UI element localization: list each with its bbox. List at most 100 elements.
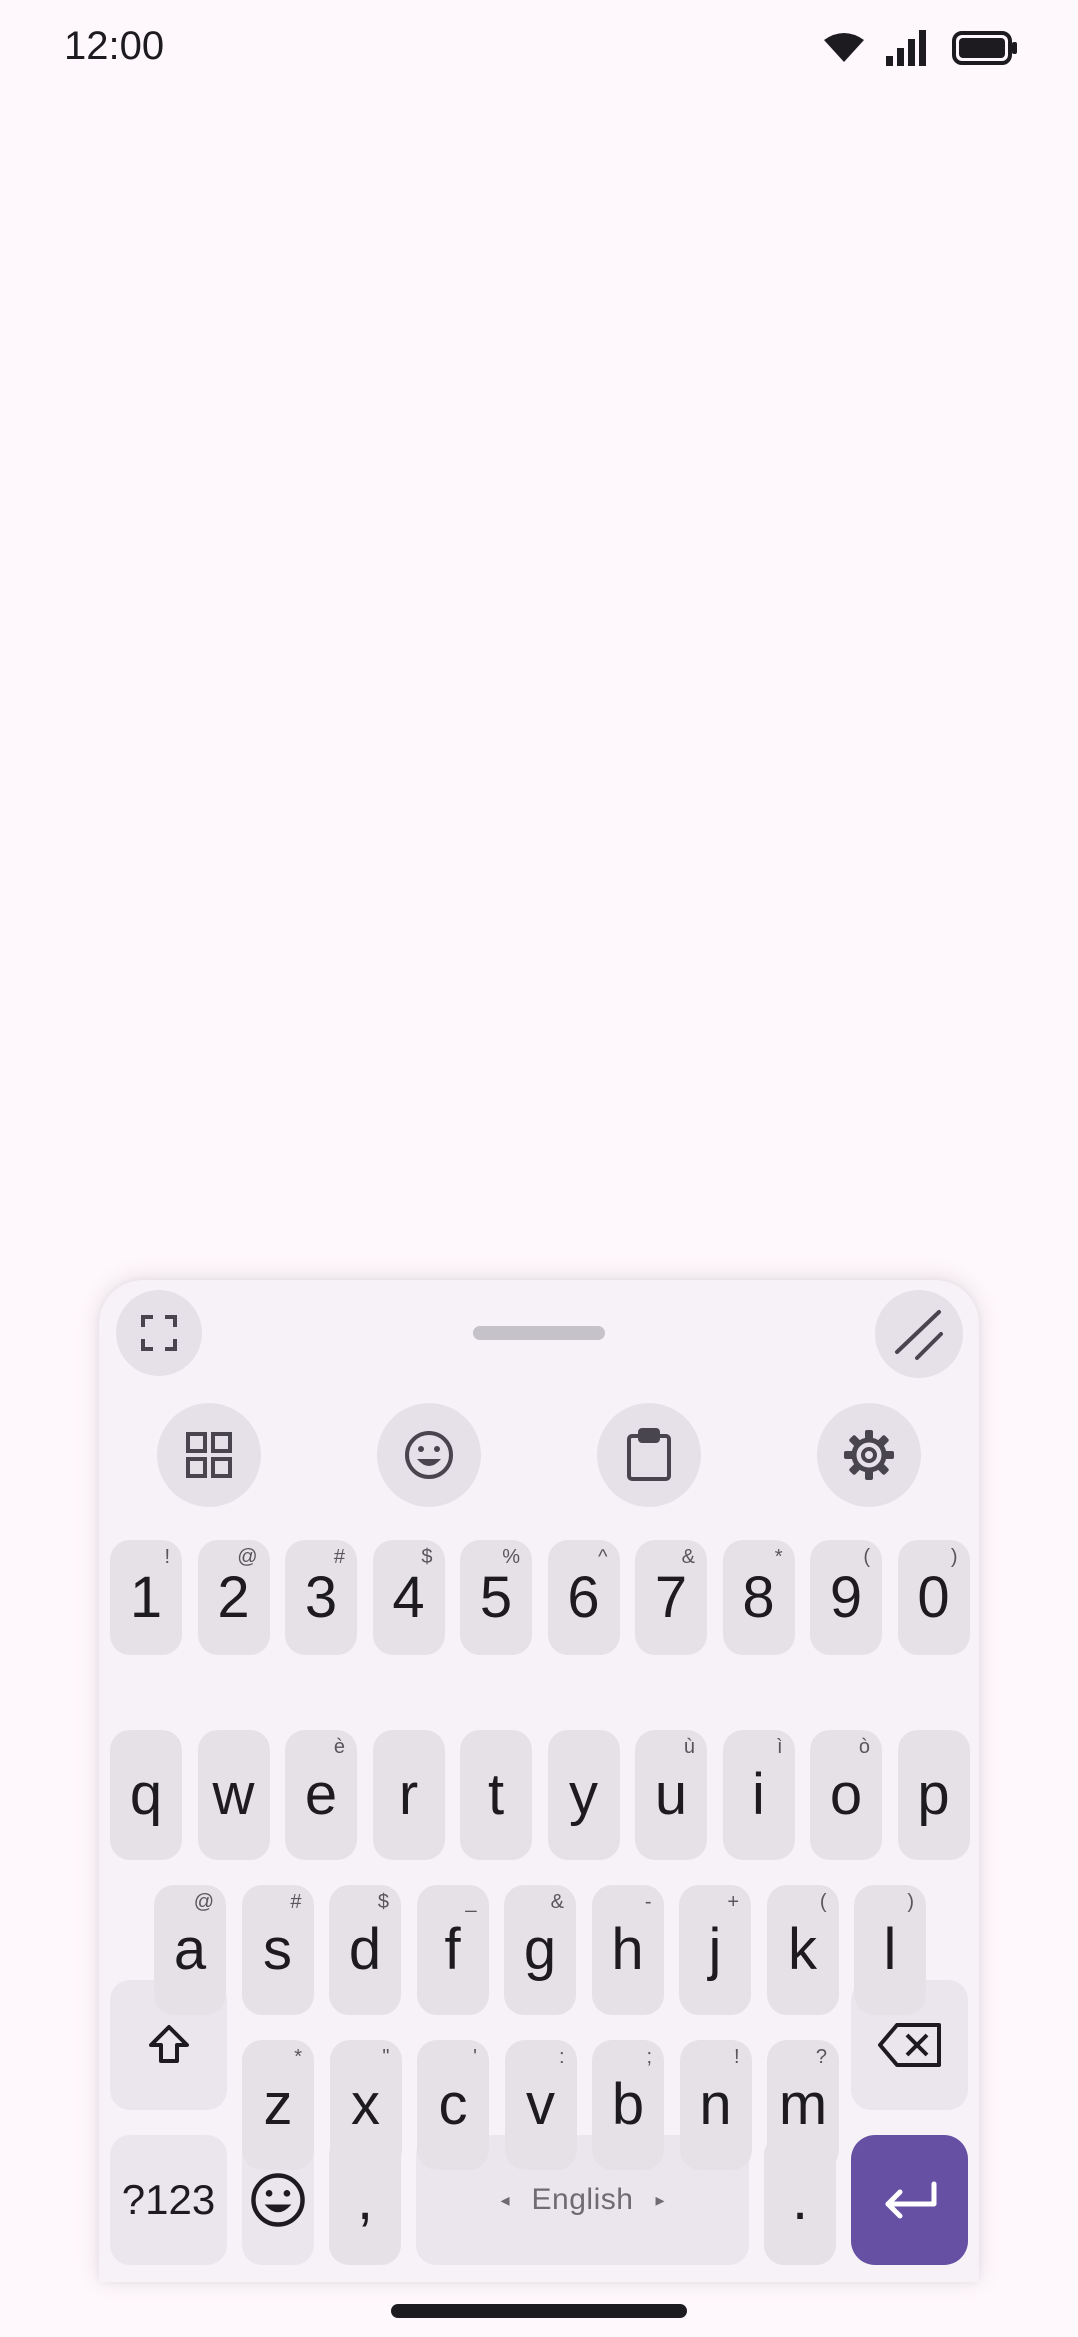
- symbols-key[interactable]: ?123: [110, 2135, 227, 2265]
- cellular-signal-icon: [886, 30, 926, 66]
- key-hint: &: [550, 1891, 564, 1913]
- key-label: 7: [654, 1564, 688, 1630]
- key-d[interactable]: $ d: [329, 1885, 401, 2015]
- apps-grid-icon: [186, 1432, 232, 1478]
- key-hint: %: [502, 1546, 520, 1568]
- key-hint: *: [294, 2046, 302, 2068]
- key-hint: ù: [683, 1736, 695, 1758]
- key-label: p: [917, 1762, 950, 1827]
- clipboard-button[interactable]: [597, 1403, 701, 1507]
- key-i[interactable]: ìi: [722, 1730, 795, 1860]
- key-label: 2: [217, 1564, 250, 1630]
- key-u[interactable]: ùu: [635, 1730, 707, 1860]
- key-hint: ': [473, 2046, 477, 2068]
- key-label: s: [263, 1917, 292, 1982]
- drag-handle[interactable]: [473, 1326, 605, 1340]
- key-hint: #: [290, 1891, 302, 1913]
- key-y[interactable]: y: [547, 1730, 620, 1860]
- key-g[interactable]: & g: [504, 1885, 576, 2015]
- language-right-arrow: ▸: [655, 2189, 665, 2210]
- key-r[interactable]: r: [372, 1730, 445, 1860]
- key-q[interactable]: q: [110, 1730, 182, 1860]
- settings-button[interactable]: [817, 1403, 921, 1507]
- key-label: a: [173, 1917, 207, 1982]
- key-label: b: [611, 2072, 645, 2137]
- symbols-key-label: ?123: [121, 2176, 216, 2223]
- key-hint: :: [558, 2046, 565, 2068]
- key-label: w: [212, 1762, 255, 1827]
- key-label: 0: [917, 1564, 950, 1630]
- key-v[interactable]: :v: [504, 2040, 577, 2170]
- key-a[interactable]: @ a: [154, 1885, 226, 2015]
- key-hint: (: [819, 1891, 827, 1913]
- key-o[interactable]: òo: [810, 1730, 882, 1860]
- key-hint: ì: [776, 1736, 783, 1758]
- status-bar: 12:00: [0, 0, 1078, 96]
- key-label: 8: [742, 1564, 775, 1630]
- key-hint: #: [333, 1546, 345, 1568]
- key-k[interactable]: (k: [766, 1885, 839, 2015]
- key-label: j: [708, 1917, 722, 1982]
- key-label: r: [398, 1762, 419, 1827]
- home-indicator[interactable]: [391, 2304, 687, 2318]
- emoji-button[interactable]: [377, 1403, 481, 1507]
- key-label: 6: [567, 1564, 600, 1630]
- key-label: u: [654, 1762, 688, 1827]
- key-0[interactable]: ) 0: [897, 1540, 970, 1655]
- key-z[interactable]: * z: [242, 2040, 314, 2170]
- key-label: t: [487, 1762, 505, 1827]
- key-t[interactable]: t: [460, 1730, 532, 1860]
- key-label: z: [263, 2072, 293, 2137]
- key-l[interactable]: ) l: [854, 1885, 926, 2015]
- key-hint: ^: [598, 1546, 608, 1568]
- key-hint: @: [193, 1891, 214, 1913]
- enter-return-icon: [885, 2181, 936, 2219]
- key-hint: @: [237, 1546, 258, 1568]
- key-w[interactable]: w: [197, 1730, 270, 1860]
- emoji-icon: [251, 2173, 305, 2227]
- keyboard-panel: ?123 ! , ◂ English ▸ … .: [99, 1280, 979, 2282]
- key-label: y: [569, 1762, 598, 1827]
- key-2[interactable]: @2: [197, 1540, 270, 1655]
- fullscreen-button[interactable]: [116, 1290, 202, 1376]
- key-label: f: [444, 1917, 461, 1982]
- key-8[interactable]: * 8: [722, 1540, 795, 1655]
- keyboard-pane: ?123 ! , ◂ English ▸ … .: [99, 1280, 979, 2282]
- resize-corner-icon: [895, 1310, 943, 1360]
- key-m[interactable]: ? m: [767, 2040, 839, 2170]
- key-label: l: [883, 1917, 897, 1982]
- backspace-icon: [877, 2023, 941, 2067]
- key-hint: -: [644, 1891, 652, 1913]
- key-3[interactable]: #3: [285, 1540, 357, 1655]
- key-4[interactable]: $4: [372, 1540, 445, 1655]
- key-b[interactable]: ; b: [592, 2040, 664, 2170]
- key-s[interactable]: # s: [241, 1885, 314, 2015]
- key-c[interactable]: ' c: [417, 2040, 489, 2170]
- emoji-icon: [405, 1431, 453, 1479]
- key-label: 9: [829, 1564, 863, 1630]
- key-x[interactable]: " x: [329, 2040, 402, 2170]
- key-p[interactable]: p: [897, 1730, 970, 1860]
- key-f[interactable]: _ f: [416, 1885, 489, 2015]
- key-n[interactable]: ! n: [679, 2040, 752, 2170]
- key-label: m: [778, 2072, 828, 2137]
- shift-icon: [148, 2025, 189, 2063]
- key-e[interactable]: èe: [285, 1730, 357, 1860]
- key-5[interactable]: % 5: [460, 1540, 532, 1655]
- key-9[interactable]: (9: [810, 1540, 882, 1655]
- key-label: h: [611, 1917, 644, 1982]
- apps-grid-button[interactable]: [157, 1403, 261, 1507]
- key-label: 1: [129, 1564, 163, 1630]
- key-hint: !: [164, 1546, 170, 1568]
- resize-button[interactable]: [875, 1290, 963, 1378]
- fullscreen-icon: [141, 1315, 177, 1351]
- enter-key[interactable]: [851, 2135, 968, 2265]
- key-j[interactable]: + j: [679, 1885, 751, 2015]
- key-6[interactable]: ^ 6: [547, 1540, 620, 1655]
- key-label: x: [351, 2072, 380, 2137]
- key-h[interactable]: -h: [591, 1885, 664, 2015]
- key-1[interactable]: ! 1: [110, 1540, 182, 1655]
- clipboard-icon: [627, 1428, 671, 1481]
- key-7[interactable]: & 7: [635, 1540, 707, 1655]
- key-label: i: [752, 1762, 765, 1827]
